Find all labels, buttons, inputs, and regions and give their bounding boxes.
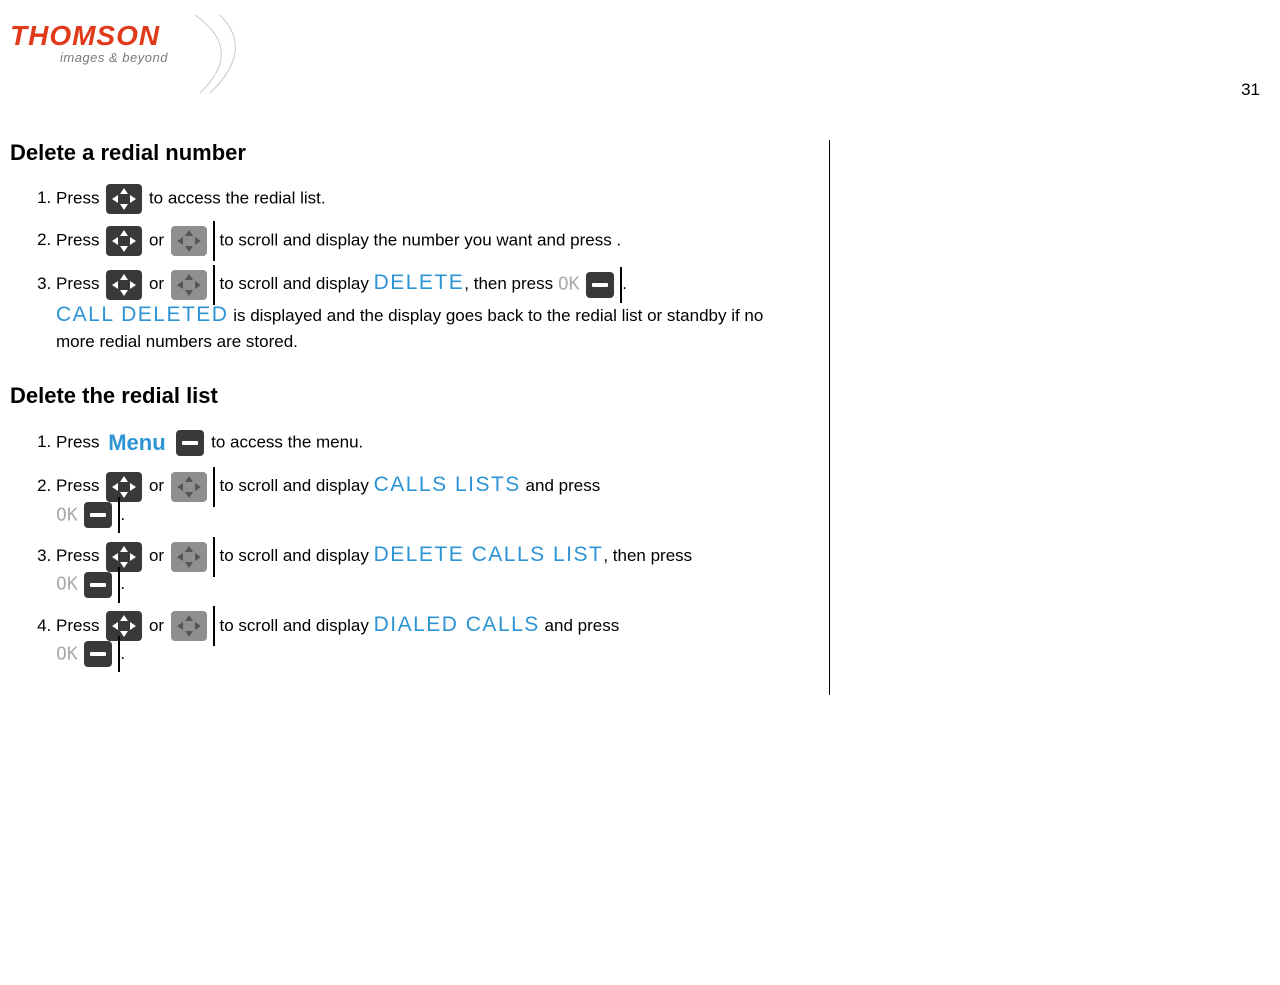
softkey-icon (84, 641, 112, 667)
list-item: Press or to scroll and display DELETE, t… (56, 268, 799, 355)
lcd-text: DELETE (374, 271, 465, 294)
text: Press (56, 188, 99, 207)
text: . (120, 574, 125, 593)
text: to scroll and display (220, 476, 369, 495)
logo-brand: THOMSON (10, 20, 168, 52)
text: . (120, 505, 125, 524)
steps-list: Press Menu to access the menu. Press or … (10, 427, 799, 668)
text: Press (56, 230, 99, 249)
softkey-icon (586, 272, 614, 298)
text: or (149, 616, 164, 635)
nav-pad-icon (106, 184, 142, 214)
ok-label: OK (56, 643, 78, 664)
softkey-icon (176, 430, 204, 456)
list-item: Press Menu to access the menu. (56, 427, 799, 459)
nav-pad-light-icon (171, 611, 207, 641)
nav-pad-light-icon (171, 472, 207, 502)
text: and press (545, 616, 620, 635)
text: Press (56, 616, 99, 635)
list-item: Press to access the redial list. (56, 184, 799, 214)
text: or (149, 476, 164, 495)
steps-list: Press to access the redial list. Press o… (10, 184, 799, 355)
page: THOMSON images & beyond 31 Delete a redi… (0, 0, 1280, 985)
ok-label: OK (56, 574, 78, 595)
text: or (149, 230, 164, 249)
softkey-icon (84, 502, 112, 528)
section-title: Delete a redial number (10, 140, 799, 166)
text: to scroll and display the number you wan… (220, 230, 622, 249)
ok-label: OK (558, 273, 580, 294)
logo: THOMSON images & beyond (10, 20, 168, 65)
text: to scroll and display (220, 546, 369, 565)
nav-pad-icon (106, 611, 142, 641)
page-number: 31 (1241, 80, 1260, 100)
nav-pad-icon (106, 270, 142, 300)
list-item: Press or to scroll and display the numbe… (56, 226, 799, 256)
lcd-text: DELETE CALLS LIST (374, 543, 604, 566)
list-item: Press or to scroll and display DIALED CA… (56, 610, 799, 668)
text: to access the redial list. (149, 188, 326, 207)
text: to access the menu. (211, 432, 363, 451)
menu-label: Menu (104, 430, 169, 455)
nav-pad-light-icon (171, 270, 207, 300)
lcd-text: DIALED CALLS (374, 613, 540, 636)
text: to scroll and display (220, 274, 369, 293)
logo-tagline: images & beyond (10, 50, 168, 65)
text: or (149, 546, 164, 565)
softkey-icon (84, 572, 112, 598)
text: , then press (603, 546, 692, 565)
nav-pad-light-icon (171, 542, 207, 572)
nav-pad-icon (106, 542, 142, 572)
list-item: Press or to scroll and display DELETE CA… (56, 540, 799, 598)
text: or (149, 274, 164, 293)
list-item: Press or to scroll and display CALLS LIS… (56, 470, 799, 528)
text: and press (526, 476, 601, 495)
content-column: Delete a redial number Press to access t… (10, 140, 830, 695)
lcd-text: CALL DELETED (56, 303, 228, 326)
ok-label: OK (56, 504, 78, 525)
text: Press (56, 274, 99, 293)
nav-pad-light-icon (171, 226, 207, 256)
text: Press (56, 432, 99, 451)
nav-pad-icon (106, 472, 142, 502)
text: . (622, 274, 627, 293)
nav-pad-icon (106, 226, 142, 256)
text: to scroll and display (220, 616, 369, 635)
lcd-text: CALLS LISTS (374, 473, 521, 496)
text: , then press (464, 274, 553, 293)
text: Press (56, 546, 99, 565)
section-title: Delete the redial list (10, 383, 799, 409)
swoosh-icon (190, 15, 280, 95)
text: Press (56, 476, 99, 495)
text: . (120, 644, 125, 663)
